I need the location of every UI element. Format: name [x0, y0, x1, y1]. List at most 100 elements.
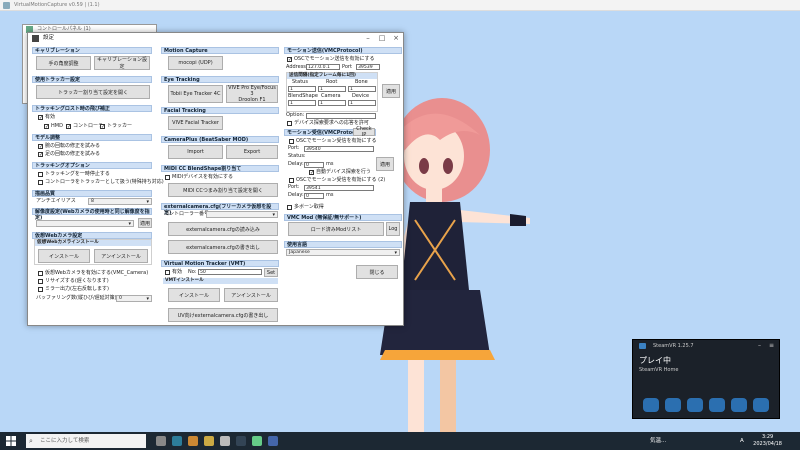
tracker-checkbox[interactable]: ✓	[100, 124, 105, 130]
ime-indicator[interactable]: A	[740, 432, 744, 450]
midi-assign-button[interactable]: MIDI CCつまみ割り当て設定を開く	[168, 183, 278, 197]
vmt-install-button[interactable]: インストール	[168, 288, 220, 302]
minimize-icon[interactable]: –	[361, 33, 375, 44]
vmt-set-button[interactable]: Set	[264, 268, 278, 277]
mod-log-button[interactable]: Log	[386, 222, 400, 236]
base-station-icon[interactable]	[753, 398, 769, 412]
controller-tracker-checkbox[interactable]	[38, 180, 43, 185]
motion-capture-header: Motion Capture	[161, 47, 279, 54]
vmc-port-label: Port	[342, 64, 352, 70]
headset-icon[interactable]	[643, 398, 659, 412]
calibration-settings-button[interactable]: キャリブレーション設定	[94, 56, 150, 70]
task-view-icon[interactable]	[156, 436, 166, 446]
vmc-address-input[interactable]: 127.0.0.1	[306, 64, 340, 70]
receive2-port-input[interactable]: 39541	[304, 185, 374, 191]
vmc-send-apply-button[interactable]: 適用	[382, 84, 400, 98]
use-virtual-cam-checkbox[interactable]	[38, 271, 43, 276]
chrome-icon[interactable]	[188, 436, 198, 446]
vmt-no-input[interactable]: 50	[198, 269, 262, 275]
edge-icon[interactable]	[172, 436, 182, 446]
tobii-button[interactable]: Tobii Eye Tracker 4C	[168, 85, 223, 103]
multi-bone-checkbox[interactable]	[287, 205, 292, 210]
lost-enable-label: 有効	[45, 114, 56, 120]
bone-interval-input[interactable]: 1	[348, 86, 376, 92]
buffering-select[interactable]: 0	[116, 295, 152, 302]
controller-tracker-label: コントローラをトラッカーとして扱う(特殊持ち対応)	[45, 179, 164, 185]
language-select[interactable]: Japanese	[286, 249, 400, 256]
controller-number-select[interactable]	[206, 211, 278, 218]
resolution-apply-button[interactable]: 適用	[138, 218, 152, 228]
weather-text[interactable]: 気温...	[650, 432, 666, 450]
steamvr-task-icon[interactable]	[268, 436, 278, 446]
receive2-enable-checkbox[interactable]	[289, 178, 294, 183]
vmc-send-enable-checkbox[interactable]: ✓	[287, 57, 292, 63]
receive1-delay-input[interactable]: 0	[304, 162, 324, 168]
vmt-uninstall-button[interactable]: アンインストール	[224, 288, 278, 302]
midi-enable-checkbox[interactable]	[165, 175, 170, 180]
vmt-enable-checkbox[interactable]	[165, 270, 170, 275]
virtual-cam-uninstall-button[interactable]: アンインストール	[94, 249, 148, 263]
tracker-icon[interactable]	[731, 398, 747, 412]
external-camera-save-button[interactable]: externalcamera.cfgの書き出し	[168, 240, 278, 254]
close-icon[interactable]: ×	[389, 33, 403, 44]
knee-checkbox[interactable]: ✓	[38, 152, 43, 158]
vmc-receive-apply-button[interactable]: 適用	[376, 157, 394, 171]
receive1-enable-checkbox[interactable]	[289, 139, 294, 144]
receive2-delay-label: Delay:	[288, 192, 304, 198]
device-discovery-checkbox[interactable]	[287, 121, 292, 126]
tracker-label: トラッカー	[107, 123, 133, 129]
external-camera-load-button[interactable]: externalcamera.cfgの読み込み	[168, 222, 278, 236]
root-interval-input[interactable]: 1	[318, 86, 346, 92]
steamvr-minimize-icon[interactable]: –	[758, 342, 761, 349]
maximize-icon[interactable]: □	[375, 33, 389, 44]
vmt-uv-export-button[interactable]: UV向けexternalcamera.cfgの書き出し	[168, 308, 278, 322]
hmd-checkbox[interactable]: ✓	[44, 124, 49, 130]
auto-device-checkbox[interactable]: ✓	[309, 170, 314, 176]
vive-facial-button[interactable]: VIVE Facial Tracker	[168, 116, 223, 130]
steamvr-menu-icon[interactable]: ≡	[769, 342, 774, 349]
pause-checkbox[interactable]	[38, 172, 43, 177]
status-interval-input[interactable]: 1	[288, 86, 316, 92]
device-interval-input[interactable]: 1	[348, 100, 376, 106]
virtual-cam-install-button[interactable]: インストール	[38, 249, 90, 263]
lost-enable-checkbox[interactable]: ✓	[38, 115, 43, 121]
aa-select[interactable]: 8	[88, 198, 152, 205]
mocopi-button[interactable]: mocopi (UDP)	[168, 56, 223, 70]
tracker-assign-button[interactable]: トラッカー割り当て設定を開く	[36, 85, 150, 99]
mirror-checkbox[interactable]	[38, 287, 43, 292]
explorer-icon[interactable]	[204, 436, 214, 446]
receive1-port-input[interactable]: 39540	[304, 146, 374, 152]
option-input[interactable]	[306, 113, 376, 119]
blendshape-interval-input[interactable]: 1	[288, 100, 316, 106]
steam-icon[interactable]	[236, 436, 246, 446]
hand-angle-button[interactable]: 手の角度調整	[36, 56, 91, 70]
receive2-port-label: Port:	[288, 184, 300, 190]
vmc-icon[interactable]	[252, 436, 262, 446]
resize-checkbox[interactable]	[38, 279, 43, 284]
controller-icon[interactable]	[665, 398, 681, 412]
store-icon[interactable]	[220, 436, 230, 446]
check-ip-button[interactable]: Check IP	[353, 126, 375, 138]
vmc-port-input[interactable]: 39539	[356, 64, 380, 70]
resolution-select[interactable]	[36, 220, 134, 227]
taskbar-search[interactable]: ⌕ ここに入力して検索	[26, 434, 146, 448]
external-camera-header: externalcamera.cfg(フリーカメラ仮想を設定)	[161, 203, 279, 216]
controller-checkbox[interactable]: ✓	[66, 124, 71, 130]
loaded-mod-list-button[interactable]: ロード済みModリスト	[288, 222, 384, 236]
camera-interval-input[interactable]: 1	[318, 100, 346, 106]
tracker-icon[interactable]	[709, 398, 725, 412]
vive-pro-eye-button[interactable]: VIVE Pro Eye/Focus 3 Droolon F1	[226, 85, 278, 103]
tracker-icon[interactable]	[687, 398, 703, 412]
cameraplus-export-button[interactable]: Export	[226, 145, 278, 159]
clock[interactable]: 3:29 2023/04/18	[753, 434, 782, 448]
vmc-port-value: 39539	[358, 65, 373, 70]
close-button[interactable]: 閉じる	[356, 265, 398, 279]
col-bone: Bone	[355, 79, 368, 85]
model-adjust-header: モデル調整	[32, 134, 152, 141]
cameraplus-import-button[interactable]: Import	[168, 145, 223, 159]
steamvr-window: SteamVR 1.25.7 – ≡ プレイ中 SteamVR Home	[632, 339, 780, 419]
start-icon[interactable]	[6, 436, 16, 446]
receive2-delay-input[interactable]: 0	[304, 193, 324, 199]
elbow-checkbox[interactable]: ✓	[38, 144, 43, 150]
receive1-ms: ms	[326, 161, 334, 167]
